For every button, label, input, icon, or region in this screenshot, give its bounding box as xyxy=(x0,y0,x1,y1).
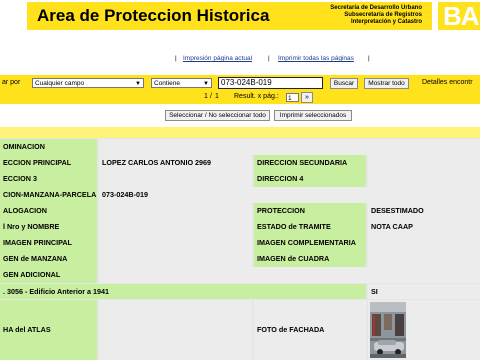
print-links: | Impresión página actual | Imprimir tod… xyxy=(0,55,480,67)
imagen-cuadra-label: IMAGEN de CUADRA xyxy=(254,251,366,267)
city-logo: BA xyxy=(438,2,480,30)
imagen-adicional-value xyxy=(99,267,480,283)
per-page-select[interactable]: 1 xyxy=(286,93,299,102)
denominacion-label: OMINACION xyxy=(0,139,97,155)
proteccion-label: PROTECCION xyxy=(254,203,366,219)
print-all-link[interactable]: Imprimir todas las páginas xyxy=(278,55,354,62)
facade-photo[interactable] xyxy=(370,302,406,358)
nro-nombre-value xyxy=(99,219,252,235)
chevron-down-icon: ▼ xyxy=(203,81,209,87)
link-separator: | xyxy=(268,55,270,62)
facade-photo-image xyxy=(370,302,406,358)
agency-line-2: Subsecretaría de Registros xyxy=(344,12,422,18)
ley-3056-label: . 3056 - Edificio Anterior a 1941 xyxy=(0,284,366,299)
toggle-select-all-button[interactable]: Seleccionar / No seleccionar todo xyxy=(165,110,270,121)
title-banner: Area de Proteccion Historica Secretaría … xyxy=(27,2,432,30)
page-header: Area de Proteccion Historica Secretaría … xyxy=(0,0,480,34)
search-input[interactable]: 073-024B-019 xyxy=(218,77,323,89)
smp-label: CION-MANZANA-PARCELA xyxy=(0,187,97,203)
page-total: 1 xyxy=(215,93,219,100)
search-button[interactable]: Buscar xyxy=(330,78,358,89)
search-bar: ar por Cualquier campo ▼ Contiene ▼ 073-… xyxy=(0,75,480,92)
search-field-select[interactable]: Cualquier campo ▼ xyxy=(32,78,144,88)
city-logo-text: BA xyxy=(443,2,480,30)
page-title: Area de Proteccion Historica xyxy=(37,6,270,25)
direccion-3-value xyxy=(99,171,252,187)
direccion-principal-label: ECCION PRINCIPAL xyxy=(0,155,97,171)
search-operator-select[interactable]: Contiene ▼ xyxy=(151,78,212,88)
ficha-atlas-value xyxy=(99,300,252,360)
show-all-button[interactable]: Mostrar todo xyxy=(364,78,409,89)
denominacion-value xyxy=(99,139,480,155)
imagen-adicional-label: GEN ADICIONAL xyxy=(0,267,97,283)
smp-value: 073-024B-019 xyxy=(99,187,480,203)
imagen-manzana-label: GEN de MANZANA xyxy=(0,251,97,267)
search-label: ar por xyxy=(2,79,21,86)
imagen-cuadra-value xyxy=(368,251,480,267)
imagen-principal-value xyxy=(99,235,252,251)
imagen-principal-label: IMAGEN PRINCIPAL xyxy=(0,235,97,251)
imagen-complementaria-value xyxy=(368,235,480,251)
search-operator-value: Contiene xyxy=(154,80,181,87)
foto-fachada-label: FOTO de FACHADA xyxy=(254,300,366,360)
results-header-strip xyxy=(0,127,480,138)
page-current: 1 xyxy=(204,93,208,100)
ficha-atlas-label: HA del ATLAS xyxy=(0,300,97,360)
agency-line-1: Secretaría de Desarrollo Urbano xyxy=(330,5,422,11)
page-divider: / xyxy=(210,93,212,100)
estado-tramite-value: NOTA CAAP xyxy=(368,219,480,235)
imagen-complementaria-label: IMAGEN COMPLEMENTARIA xyxy=(254,235,366,251)
direccion-secundaria-value xyxy=(368,155,480,171)
selection-toolbar: Seleccionar / No seleccionar todo Imprim… xyxy=(0,106,480,121)
print-selected-button[interactable]: Imprimir seleccionados xyxy=(274,110,352,121)
agency-info: Secretaría de Desarrollo Urbano Subsecre… xyxy=(330,5,422,26)
catalogacion-value xyxy=(99,203,252,219)
link-separator: | xyxy=(368,55,370,62)
nro-nombre-label: l Nro y NOMBRE xyxy=(0,219,97,235)
direccion-4-label: DIRECCION 4 xyxy=(254,171,366,187)
details-label: Detalles encontr xyxy=(422,79,473,86)
direccion-3-label: ECCION 3 xyxy=(0,171,97,187)
estado-tramite-label: ESTADO de TRAMITE xyxy=(254,219,366,235)
chevron-down-icon: ▼ xyxy=(135,81,141,87)
proteccion-value: DESESTIMADO xyxy=(368,203,480,219)
per-page-value: 1 xyxy=(288,95,292,102)
results-per-page-label: Result. x pág.: xyxy=(234,93,279,100)
next-page-button[interactable]: » xyxy=(301,92,313,103)
direccion-4-value xyxy=(368,171,480,187)
direccion-secundaria-label: DIRECCION SECUNDARIA xyxy=(254,155,366,171)
ley-3056-value: SI xyxy=(368,284,480,299)
imagen-manzana-value xyxy=(99,251,252,267)
link-separator: | xyxy=(175,55,177,62)
agency-line-3: Interpretación y Catastro xyxy=(350,19,422,25)
pager: 1 / 1 Result. x pág.: 1 » xyxy=(0,92,480,104)
direccion-principal-value: LOPEZ CARLOS ANTONIO 2969 xyxy=(99,155,252,171)
search-field-value: Cualquier campo xyxy=(35,80,85,87)
print-page-link[interactable]: Impresión página actual xyxy=(183,55,252,62)
catalogacion-label: ALOGACION xyxy=(0,203,97,219)
